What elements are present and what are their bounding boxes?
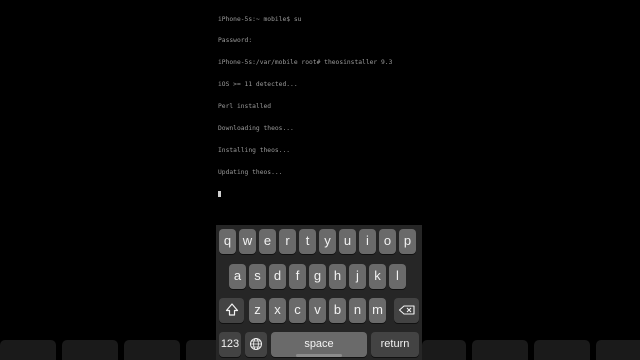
key-r[interactable]: r: [279, 229, 296, 254]
shift-key[interactable]: [219, 298, 244, 323]
onscreen-keyboard: q w e r t y u i o p a s d f g h j k l z …: [216, 225, 422, 360]
terminal-line: Perl installed: [218, 103, 272, 111]
globe-icon: [250, 338, 262, 350]
key-y[interactable]: y: [319, 229, 336, 254]
key-h[interactable]: h: [329, 264, 346, 289]
terminal-prompt-line: [218, 190, 420, 198]
terminal-line: iPhone-5s:~ mobile$ su: [218, 15, 302, 23]
blurred-edge-right: [422, 340, 640, 360]
phone-screen: iPhone-5s:~ mobile$ su Password: iPhone-…: [216, 0, 422, 360]
keyboard-row-3: z x c v b n m: [216, 298, 422, 325]
terminal-line: iPhone-5s:/var/mobile root# theosinstall…: [218, 59, 393, 67]
terminal-line: Updating theos...: [218, 168, 283, 176]
globe-key[interactable]: [245, 332, 267, 357]
key-x[interactable]: x: [269, 298, 286, 323]
key-p[interactable]: p: [399, 229, 416, 254]
key-e[interactable]: e: [259, 229, 276, 254]
key-g[interactable]: g: [309, 264, 326, 289]
keyboard-row-2: a s d f g h j k l: [216, 264, 422, 291]
key-b[interactable]: b: [329, 298, 346, 323]
key-v[interactable]: v: [309, 298, 326, 323]
key-i[interactable]: i: [359, 229, 376, 254]
key-t[interactable]: t: [299, 229, 316, 254]
terminal-output[interactable]: iPhone-5s:~ mobile$ su Password: iPhone-…: [218, 1, 420, 213]
key-q[interactable]: q: [219, 229, 236, 254]
screen-root: iPhone-5s:~ mobile$ su Password: iPhone-…: [0, 0, 640, 360]
terminal-line: Password:: [218, 37, 253, 45]
key-f[interactable]: f: [289, 264, 306, 289]
key-a[interactable]: a: [229, 264, 246, 289]
key-z[interactable]: z: [249, 298, 266, 323]
numbers-key[interactable]: 123: [219, 332, 241, 357]
key-d[interactable]: d: [269, 264, 286, 289]
blurred-edge-left: [0, 340, 230, 360]
terminal-line: Installing theos...: [218, 146, 291, 154]
key-s[interactable]: s: [249, 264, 266, 289]
key-c[interactable]: c: [289, 298, 306, 323]
keyboard-row-1: q w e r t y u i o p: [216, 229, 422, 256]
key-k[interactable]: k: [369, 264, 386, 289]
terminal-line: iOS >= 11 detected...: [218, 81, 298, 89]
key-w[interactable]: w: [239, 229, 256, 254]
text-cursor: [218, 190, 221, 197]
home-indicator: [296, 354, 342, 357]
return-key[interactable]: return: [371, 332, 419, 357]
terminal-line: Downloading theos...: [218, 125, 294, 133]
key-n[interactable]: n: [349, 298, 366, 323]
delete-icon: [398, 305, 415, 315]
key-u[interactable]: u: [339, 229, 356, 254]
key-m[interactable]: m: [369, 298, 386, 323]
shift-icon: [225, 303, 238, 316]
key-j[interactable]: j: [349, 264, 366, 289]
key-o[interactable]: o: [379, 229, 396, 254]
key-l[interactable]: l: [389, 264, 406, 289]
delete-key[interactable]: [394, 298, 419, 323]
